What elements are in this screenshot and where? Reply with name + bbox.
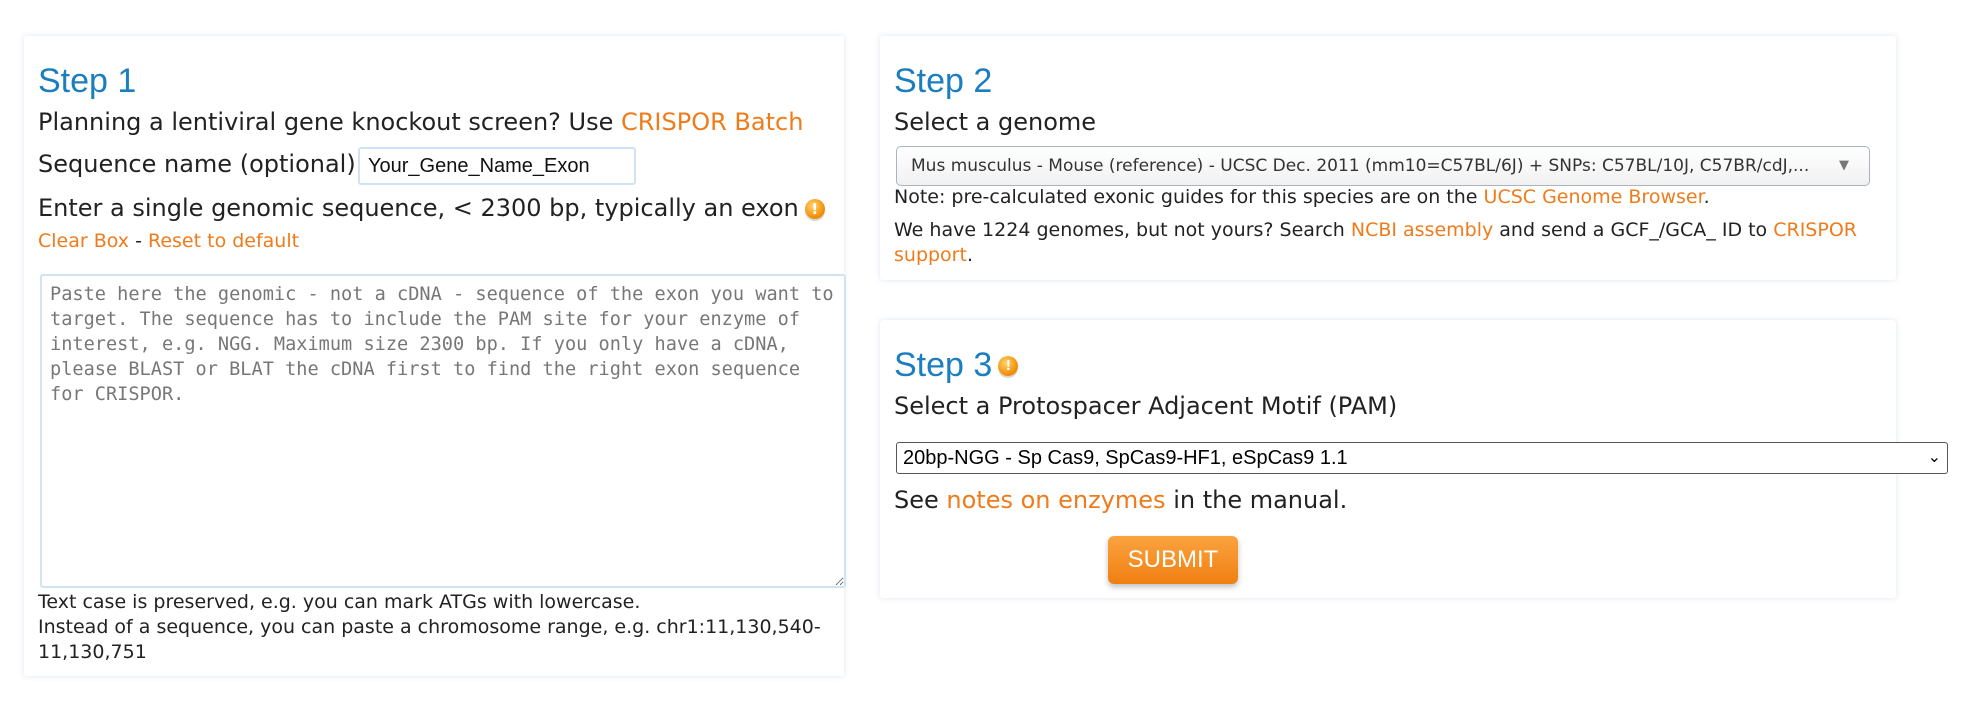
select-genome-label: Select a genome — [894, 108, 1097, 136]
reset-default-link[interactable]: Reset to default — [148, 230, 299, 252]
warning-help-icon[interactable]: ! — [804, 199, 825, 219]
see-notes-suffix: in the manual. — [1165, 486, 1348, 514]
genomes-note-text: We have 1224 genomes, but not yours? Sea… — [894, 219, 1351, 241]
genome-select-value: Mus musculus - Mouse (reference) - UCSC … — [911, 156, 1810, 176]
sequence-name-input[interactable] — [358, 147, 636, 185]
planning-text: Planning a lentiviral gene knockout scre… — [38, 108, 803, 136]
step3-title-text: Step 3 — [894, 346, 993, 384]
genomes-note-suffix: . — [966, 244, 973, 266]
note-range-line1: Instead of a sequence, you can paste a c… — [38, 616, 821, 638]
pam-label: Select a Protospacer Adjacent Motif (PAM… — [894, 392, 1398, 420]
dropdown-arrow-icon: ▼ — [1839, 158, 1849, 173]
genomes-note-mid: and send a GCF_/GCA_ ID to — [1493, 219, 1774, 241]
clear-box-link[interactable]: Clear Box — [38, 230, 129, 252]
seqname-label: Sequence name (optional): — [38, 150, 364, 178]
chevron-down-icon: ⌄ — [1927, 449, 1941, 466]
pam-select-value: 20bp-NGG - Sp Cas9, SpCas9-HF1, eSpCas9 … — [903, 447, 1348, 469]
pam-select[interactable]: 20bp-NGG - Sp Cas9, SpCas9-HF1, eSpCas9 … — [896, 442, 1948, 474]
ucsc-browser-link[interactable]: UCSC Genome Browser — [1484, 186, 1704, 208]
note-case: Text case is preserved, e.g. you can mar… — [38, 591, 641, 613]
step2-title: Step 2 — [894, 62, 993, 100]
crispor-batch-link[interactable]: CRISPOR Batch — [621, 108, 803, 136]
planning-label: Planning a lentiviral gene knockout scre… — [38, 108, 621, 136]
crispor-support-link-part2[interactable]: support — [894, 244, 967, 266]
enter-sequence-label: Enter a single genomic sequence, < 2300 … — [38, 194, 825, 222]
precalc-note-suffix: . — [1703, 186, 1710, 208]
ncbi-assembly-link[interactable]: NCBI assembly — [1351, 219, 1493, 241]
sequence-textarea[interactable] — [40, 274, 846, 588]
step1-title: Step 1 — [38, 62, 137, 100]
genomes-note: We have 1224 genomes, but not yours? Sea… — [894, 219, 1857, 241]
warning-help-icon[interactable]: ! — [998, 356, 1019, 376]
submit-button[interactable]: SUBMIT — [1108, 536, 1238, 584]
sequence-actions: Clear Box - Reset to default — [38, 230, 299, 252]
see-notes-prefix: See — [894, 486, 947, 514]
step3-title: Step 3! — [894, 346, 1019, 385]
genome-select[interactable]: Mus musculus - Mouse (reference) - UCSC … — [896, 146, 1870, 186]
note-range-line2: 11,130,751 — [38, 641, 147, 663]
actions-separator: - — [129, 230, 148, 252]
notes-on-enzymes-link[interactable]: notes on enzymes — [946, 486, 1165, 514]
genomes-note-line2: support. — [894, 244, 973, 266]
crispor-support-link-part1[interactable]: CRISPOR — [1773, 219, 1857, 241]
enter-sequence-text: Enter a single genomic sequence, < 2300 … — [38, 194, 799, 222]
see-notes-text: See notes on enzymes in the manual. — [894, 486, 1347, 514]
precalc-note: Note: pre-calculated exonic guides for t… — [894, 186, 1710, 208]
precalc-note-text: Note: pre-calculated exonic guides for t… — [894, 186, 1484, 208]
